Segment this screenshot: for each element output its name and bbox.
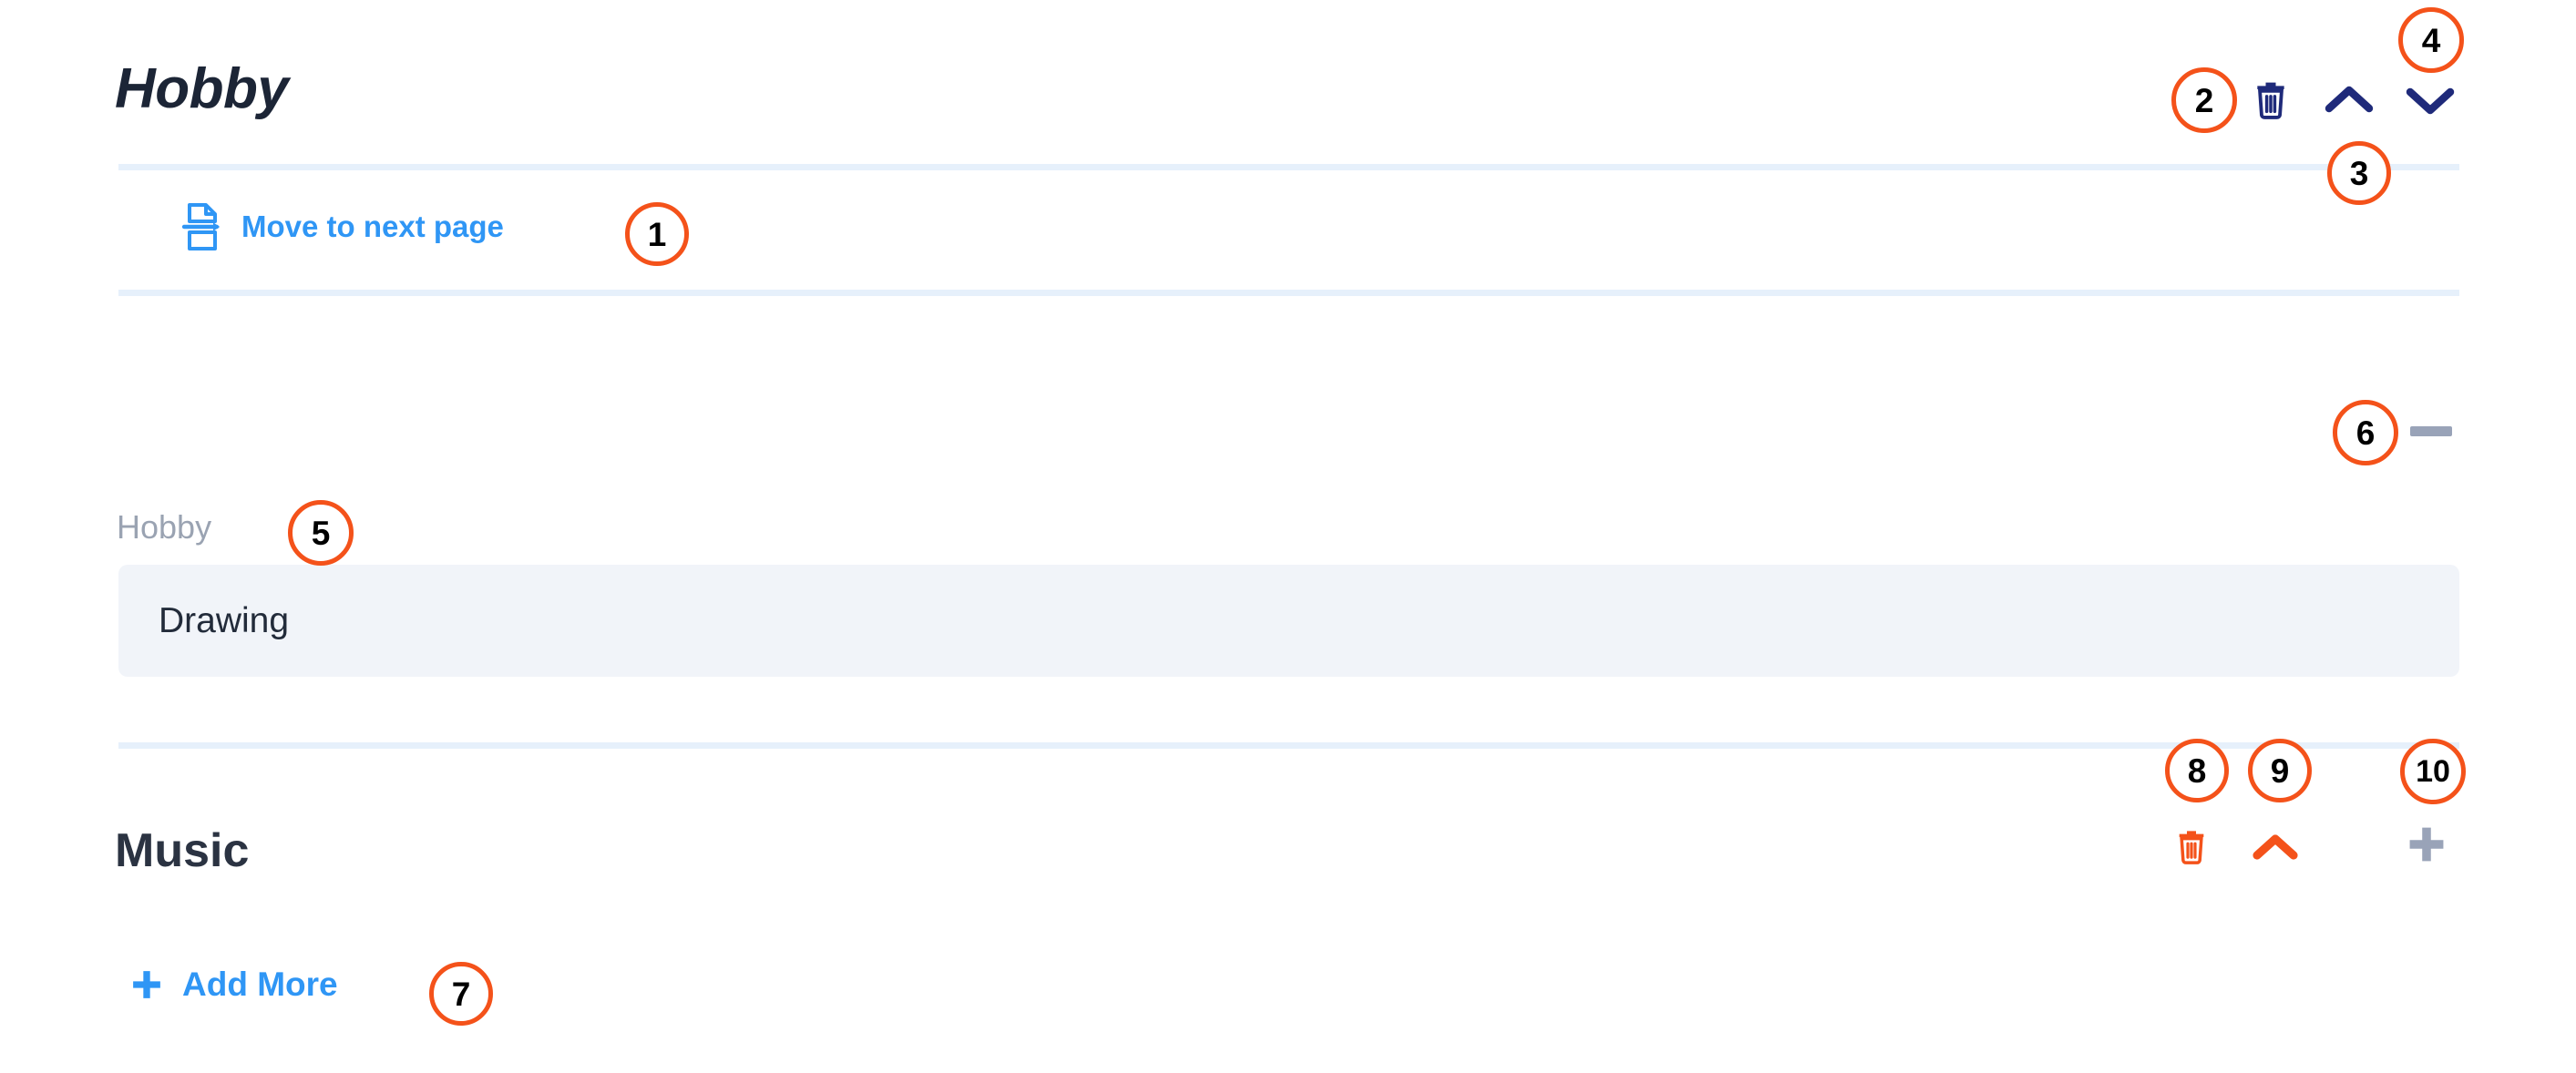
chevron-down-icon: [2406, 87, 2455, 115]
annotation-badge-2: 2: [2171, 67, 2237, 133]
hobby-input[interactable]: Drawing: [118, 565, 2459, 677]
trash-icon: [2179, 831, 2204, 864]
form-section-editor: Hobby Move to next page Hobby Drawing Mu…: [0, 0, 2576, 1073]
move-to-next-page-button[interactable]: Move to next page: [180, 201, 504, 252]
field-label-hobby: Hobby: [117, 508, 212, 546]
minus-icon: [2410, 426, 2452, 436]
add-more-label: Add More: [182, 966, 338, 1003]
chevron-up-icon: [2325, 86, 2374, 113]
divider: [118, 164, 2459, 170]
collapse-section-button[interactable]: [2323, 71, 2376, 128]
annotation-badge-9: 9: [2248, 739, 2312, 802]
trash-icon: [2257, 82, 2284, 119]
music-add-button[interactable]: [2400, 818, 2453, 871]
page-break-icon: [180, 201, 224, 252]
annotation-badge-3: 3: [2327, 141, 2391, 205]
page-title: Hobby: [115, 57, 289, 120]
plus-icon: [128, 966, 166, 1004]
divider: [118, 742, 2459, 749]
section-title-music: Music: [115, 824, 250, 877]
music-collapse-button[interactable]: [2249, 820, 2302, 873]
hobby-input-value: Drawing: [159, 600, 290, 640]
annotation-badge-10: 10: [2400, 739, 2466, 804]
add-more-button[interactable]: Add More: [128, 966, 338, 1004]
annotation-badge-1: 1: [625, 202, 689, 266]
annotation-badge-4: 4: [2398, 7, 2464, 73]
annotation-badge-5: 5: [288, 500, 354, 566]
annotation-badge-7: 7: [429, 962, 493, 1026]
move-to-next-page-label: Move to next page: [241, 209, 504, 243]
divider: [118, 290, 2459, 296]
annotation-badge-6: 6: [2333, 400, 2398, 465]
delete-section-button[interactable]: [2247, 71, 2294, 128]
music-delete-button[interactable]: [2170, 820, 2213, 873]
expand-section-button[interactable]: [2404, 71, 2457, 128]
annotation-badge-8: 8: [2165, 739, 2229, 802]
remove-field-button[interactable]: [2410, 410, 2452, 452]
chevron-up-icon: [2253, 834, 2298, 860]
plus-icon: [2409, 827, 2444, 862]
